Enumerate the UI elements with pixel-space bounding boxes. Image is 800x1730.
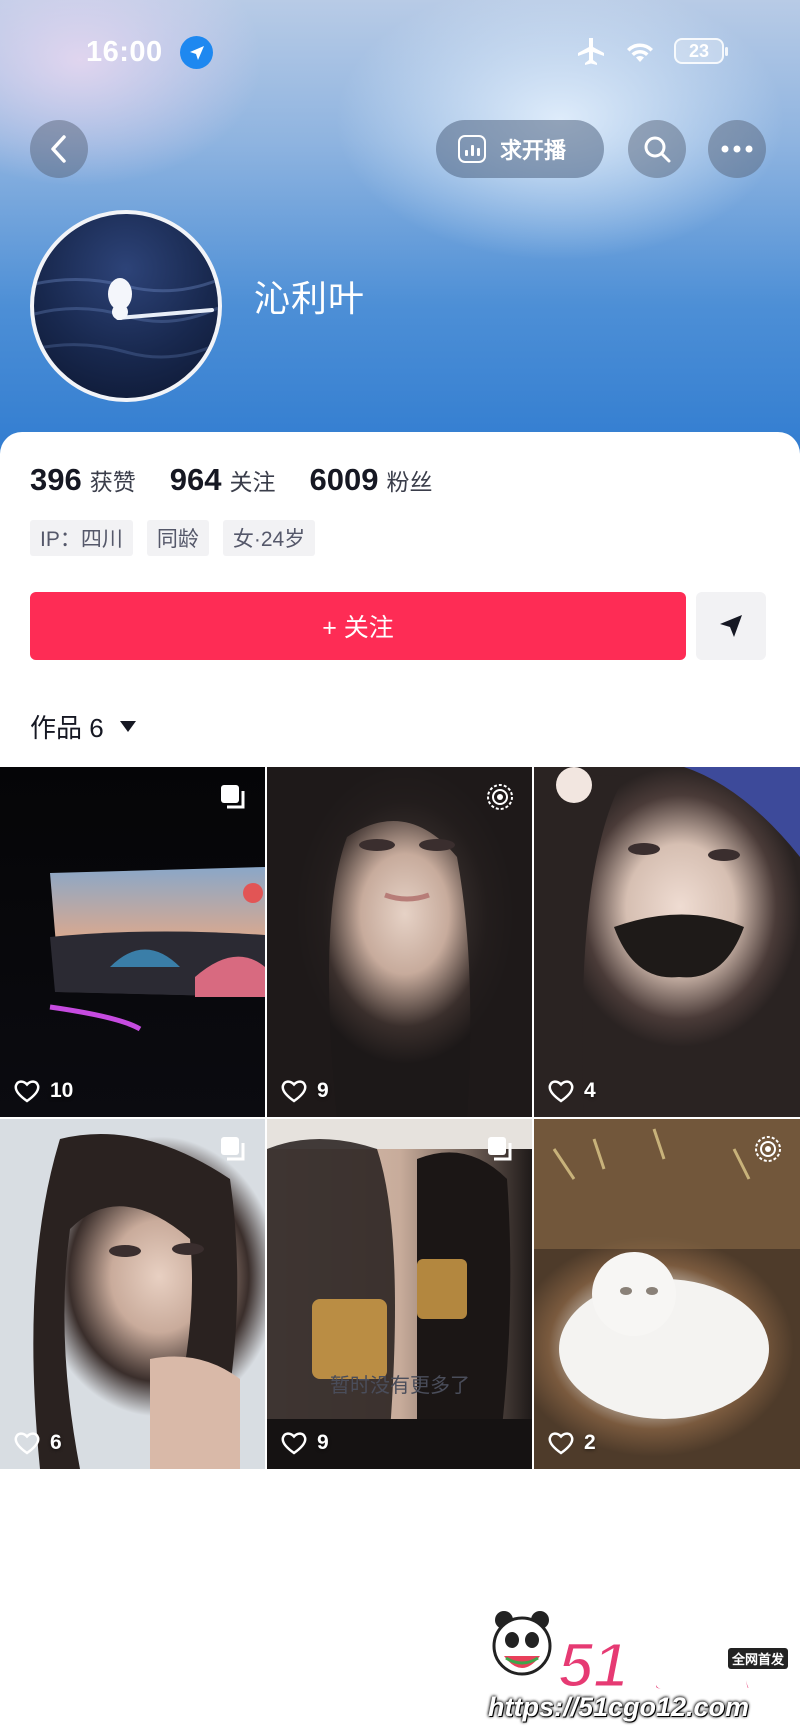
stat-number: 964: [169, 462, 222, 497]
stat-label: 获赞: [89, 469, 136, 495]
video-grid: 10 9 4 6 9 2: [0, 767, 800, 1469]
video-tile[interactable]: 2: [534, 1119, 800, 1469]
watermark: 51吃瓜 全网首发 https://51cgo12.com: [488, 1608, 800, 1730]
more-icon: [721, 145, 753, 153]
search-icon: [644, 136, 671, 163]
likes-value: 4: [584, 1079, 596, 1102]
multi-image-icon: [219, 783, 247, 816]
likes-value: 2: [584, 1431, 596, 1454]
likes-count: 9: [281, 1079, 329, 1103]
top-nav: 求开播: [0, 120, 800, 180]
message-button[interactable]: [696, 592, 766, 660]
avatar[interactable]: [30, 210, 222, 402]
likes-count: 10: [14, 1079, 73, 1103]
video-tile[interactable]: 6: [0, 1119, 265, 1469]
works-tab[interactable]: 作品 6: [30, 708, 136, 745]
username: 沁利叶: [254, 278, 366, 319]
profile-card: 396 获赞 964 关注 6009 粉丝 IP：四川 同龄 女·24岁 + 关…: [0, 432, 800, 1730]
watermark-url: https://51cgo12.com: [488, 1692, 750, 1722]
follow-button[interactable]: + 关注: [30, 592, 686, 660]
status-bar: 16:00 23: [0, 26, 800, 82]
stat-followers[interactable]: 6009 粉丝: [309, 462, 432, 498]
multi-image-icon: [486, 1135, 514, 1168]
stat-likes[interactable]: 396 获赞: [30, 462, 136, 498]
likes-value: 6: [50, 1431, 62, 1454]
live-photo-icon: [486, 783, 514, 816]
chart-icon: [458, 135, 486, 163]
video-thumbnail: [534, 767, 800, 1117]
tag-gender-age: 女·24岁: [222, 520, 316, 556]
search-button[interactable]: [628, 120, 686, 178]
video-thumbnail: [267, 1119, 532, 1469]
caret-down-icon: [119, 721, 136, 732]
heart-icon: [281, 1080, 307, 1103]
no-more-text: 暂时没有更多了: [330, 1375, 470, 1397]
airplane-icon: [578, 38, 604, 65]
heart-icon: [548, 1080, 574, 1103]
watermark-subtitle: 全网首发: [727, 1648, 788, 1669]
avatar-image: [34, 278, 218, 359]
stat-following[interactable]: 964 关注: [170, 462, 276, 498]
video-tile[interactable]: 10: [0, 767, 265, 1117]
likes-value: 9: [317, 1079, 329, 1102]
chevron-left-icon: [51, 135, 66, 163]
tag-same-age: 同龄: [146, 520, 209, 556]
video-tile[interactable]: 9: [267, 767, 532, 1117]
follow-label: + 关注: [322, 614, 394, 642]
video-tile[interactable]: 9: [267, 1119, 532, 1469]
stat-label: 关注: [229, 469, 276, 495]
heart-icon: [14, 1080, 40, 1103]
likes-count: 6: [14, 1431, 62, 1455]
video-thumbnail: [534, 1119, 800, 1419]
works-title: 作品 6: [30, 713, 104, 743]
video-thumbnail: [33, 1134, 240, 1469]
heart-icon: [14, 1432, 40, 1455]
likes-count: 2: [548, 1431, 596, 1455]
tag-ip: IP：四川: [30, 520, 133, 556]
request-live-button[interactable]: 求开播: [436, 120, 604, 178]
live-photo-icon: [754, 1135, 782, 1168]
stat-number: 6009: [309, 462, 379, 497]
location-icon: [180, 36, 213, 69]
send-icon: [720, 615, 742, 637]
stats-row: 396 获赞 964 关注 6009 粉丝: [30, 462, 466, 498]
video-tile[interactable]: 4: [534, 767, 800, 1117]
request-live-label: 求开播: [500, 138, 567, 163]
heart-icon: [548, 1432, 574, 1455]
battery-icon: 23: [674, 38, 728, 64]
likes-value: 9: [317, 1431, 329, 1454]
likes-count: 9: [281, 1431, 329, 1455]
likes-value: 10: [50, 1079, 74, 1102]
stat-label: 粉丝: [386, 469, 433, 495]
status-indicators: 23: [576, 36, 728, 66]
stat-number: 396: [30, 462, 82, 497]
multi-image-icon: [219, 1135, 247, 1168]
back-button[interactable]: [30, 120, 88, 178]
profile-tags: IP：四川 同龄 女·24岁: [30, 520, 316, 556]
status-time: 16:00: [86, 36, 163, 68]
heart-icon: [281, 1432, 307, 1455]
likes-count: 4: [548, 1079, 596, 1103]
more-button[interactable]: [708, 120, 766, 178]
panda-mascot-icon: [492, 1611, 552, 1676]
video-thumbnail: [49, 867, 265, 1032]
video-thumbnail: [267, 767, 532, 1117]
wifi-icon: [627, 43, 653, 62]
